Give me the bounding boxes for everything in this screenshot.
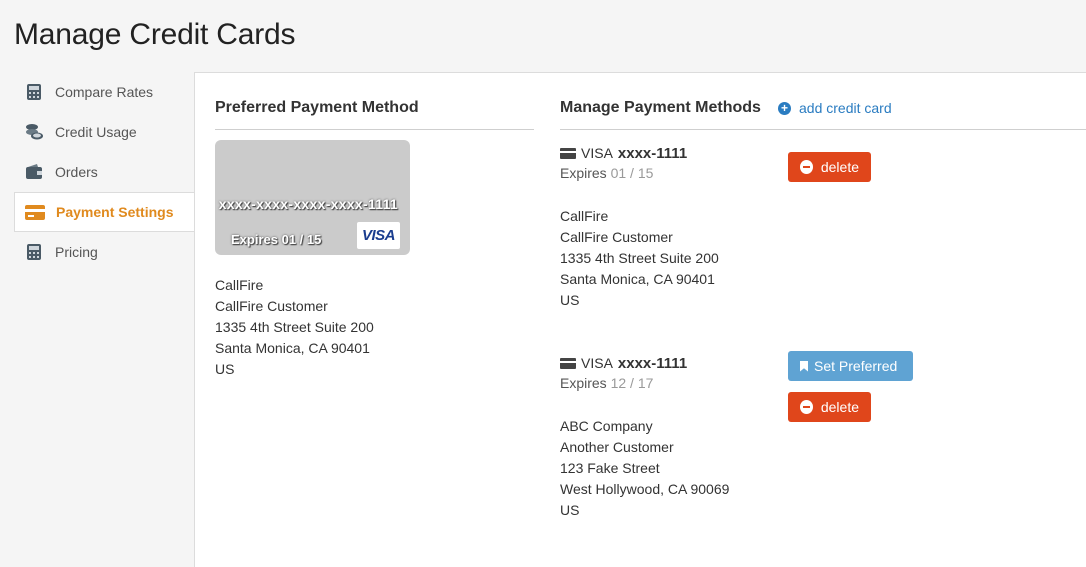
credit-card-icon	[560, 357, 576, 369]
address-line: CallFire	[215, 277, 264, 293]
minus-circle-icon	[800, 400, 813, 414]
address-line: Another Customer	[560, 439, 674, 455]
delete-button[interactable]: delete	[788, 152, 871, 182]
add-credit-card-link[interactable]: + add credit card	[778, 100, 892, 116]
address-line: 1335 4th Street Suite 200	[560, 250, 719, 266]
manage-section-title: Manage Payment Methods	[560, 99, 761, 116]
sidebar-item-label: Orders	[55, 164, 98, 180]
divider	[560, 129, 1086, 130]
coins-icon	[24, 122, 44, 142]
wallet-icon	[24, 162, 44, 182]
card-brand: VISA	[581, 145, 613, 161]
address-line: CallFire Customer	[215, 298, 328, 314]
sidebar-item-label: Compare Rates	[55, 84, 154, 100]
sidebar-item-label: Credit Usage	[55, 124, 137, 140]
address-line: 123 Fake Street	[560, 460, 660, 476]
page-title: Manage Credit Cards	[14, 18, 296, 51]
sidebar-item-label: Pricing	[55, 244, 98, 260]
sidebar-item-label: Payment Settings	[56, 204, 174, 220]
sidebar-item-compare-rates[interactable]: Compare Rates	[14, 72, 195, 112]
address-line: CallFire Customer	[560, 229, 673, 245]
divider	[215, 129, 534, 130]
billing-address: CallFire CallFire Customer 1335 4th Stre…	[215, 275, 374, 380]
address-line: Santa Monica, CA 90401	[560, 271, 715, 287]
address-line: US	[215, 361, 235, 377]
address-line: Santa Monica, CA 90401	[215, 340, 370, 356]
card-number: xxxx-xxxx-xxxx-xxxx-1111	[218, 196, 398, 212]
set-preferred-button[interactable]: Set Preferred	[788, 351, 913, 381]
bookmark-icon	[800, 360, 808, 372]
calculator-icon	[24, 242, 44, 262]
card-number: xxxx-1111	[617, 144, 688, 162]
delete-label: delete	[820, 399, 859, 415]
billing-address: CallFire CallFire Customer 1335 4th Stre…	[560, 206, 1060, 311]
address-line: West Hollywood, CA 90069	[560, 481, 730, 497]
sidebar-item-credit-usage[interactable]: Credit Usage	[14, 112, 195, 152]
card-expiry: Expires 01 / 15	[231, 232, 322, 247]
sidebar-nav: Compare Rates Credit Usage Orders Paymen…	[14, 72, 195, 272]
add-credit-card-label: add credit card	[799, 100, 892, 116]
address-line: US	[560, 502, 580, 518]
credit-card-icon	[25, 202, 45, 222]
expires-label: Expires	[560, 165, 607, 181]
expires-value: 12 / 17	[610, 375, 654, 391]
expires-value: 01 / 15	[610, 165, 654, 181]
content-panel: Preferred Payment Method xxxx-xxxx-xxxx-…	[194, 72, 1086, 567]
minus-circle-icon	[800, 160, 813, 174]
sidebar-item-orders[interactable]: Orders	[14, 152, 195, 192]
payment-method-item: VISA xxxx-1111 Expires 12 / 17 ABC Compa…	[560, 351, 1060, 521]
plus-circle-icon: +	[778, 101, 791, 115]
expires-label: Expires	[560, 375, 607, 391]
address-line: CallFire	[560, 208, 609, 224]
sidebar-item-pricing[interactable]: Pricing	[14, 232, 195, 272]
billing-address: ABC Company Another Customer 123 Fake St…	[560, 416, 1060, 521]
payment-method-item: VISA xxxx-1111 Expires 01 / 15 CallFire …	[560, 143, 1060, 311]
card-number: xxxx-1111	[617, 354, 688, 372]
address-line: US	[560, 292, 580, 308]
card-brand: VISA	[581, 355, 613, 371]
preferred-section-title: Preferred Payment Method	[215, 99, 419, 116]
sidebar-item-payment-settings[interactable]: Payment Settings	[14, 192, 195, 232]
visa-logo: VISA	[357, 222, 400, 249]
credit-card-icon	[560, 147, 576, 159]
calculator-icon	[24, 82, 44, 102]
delete-label: delete	[820, 159, 859, 175]
credit-card-graphic: xxxx-xxxx-xxxx-xxxx-1111 Expires 01 / 15…	[215, 140, 410, 255]
set-preferred-label: Set Preferred	[814, 358, 898, 374]
address-line: 1335 4th Street Suite 200	[215, 319, 374, 335]
delete-button[interactable]: delete	[788, 392, 871, 422]
